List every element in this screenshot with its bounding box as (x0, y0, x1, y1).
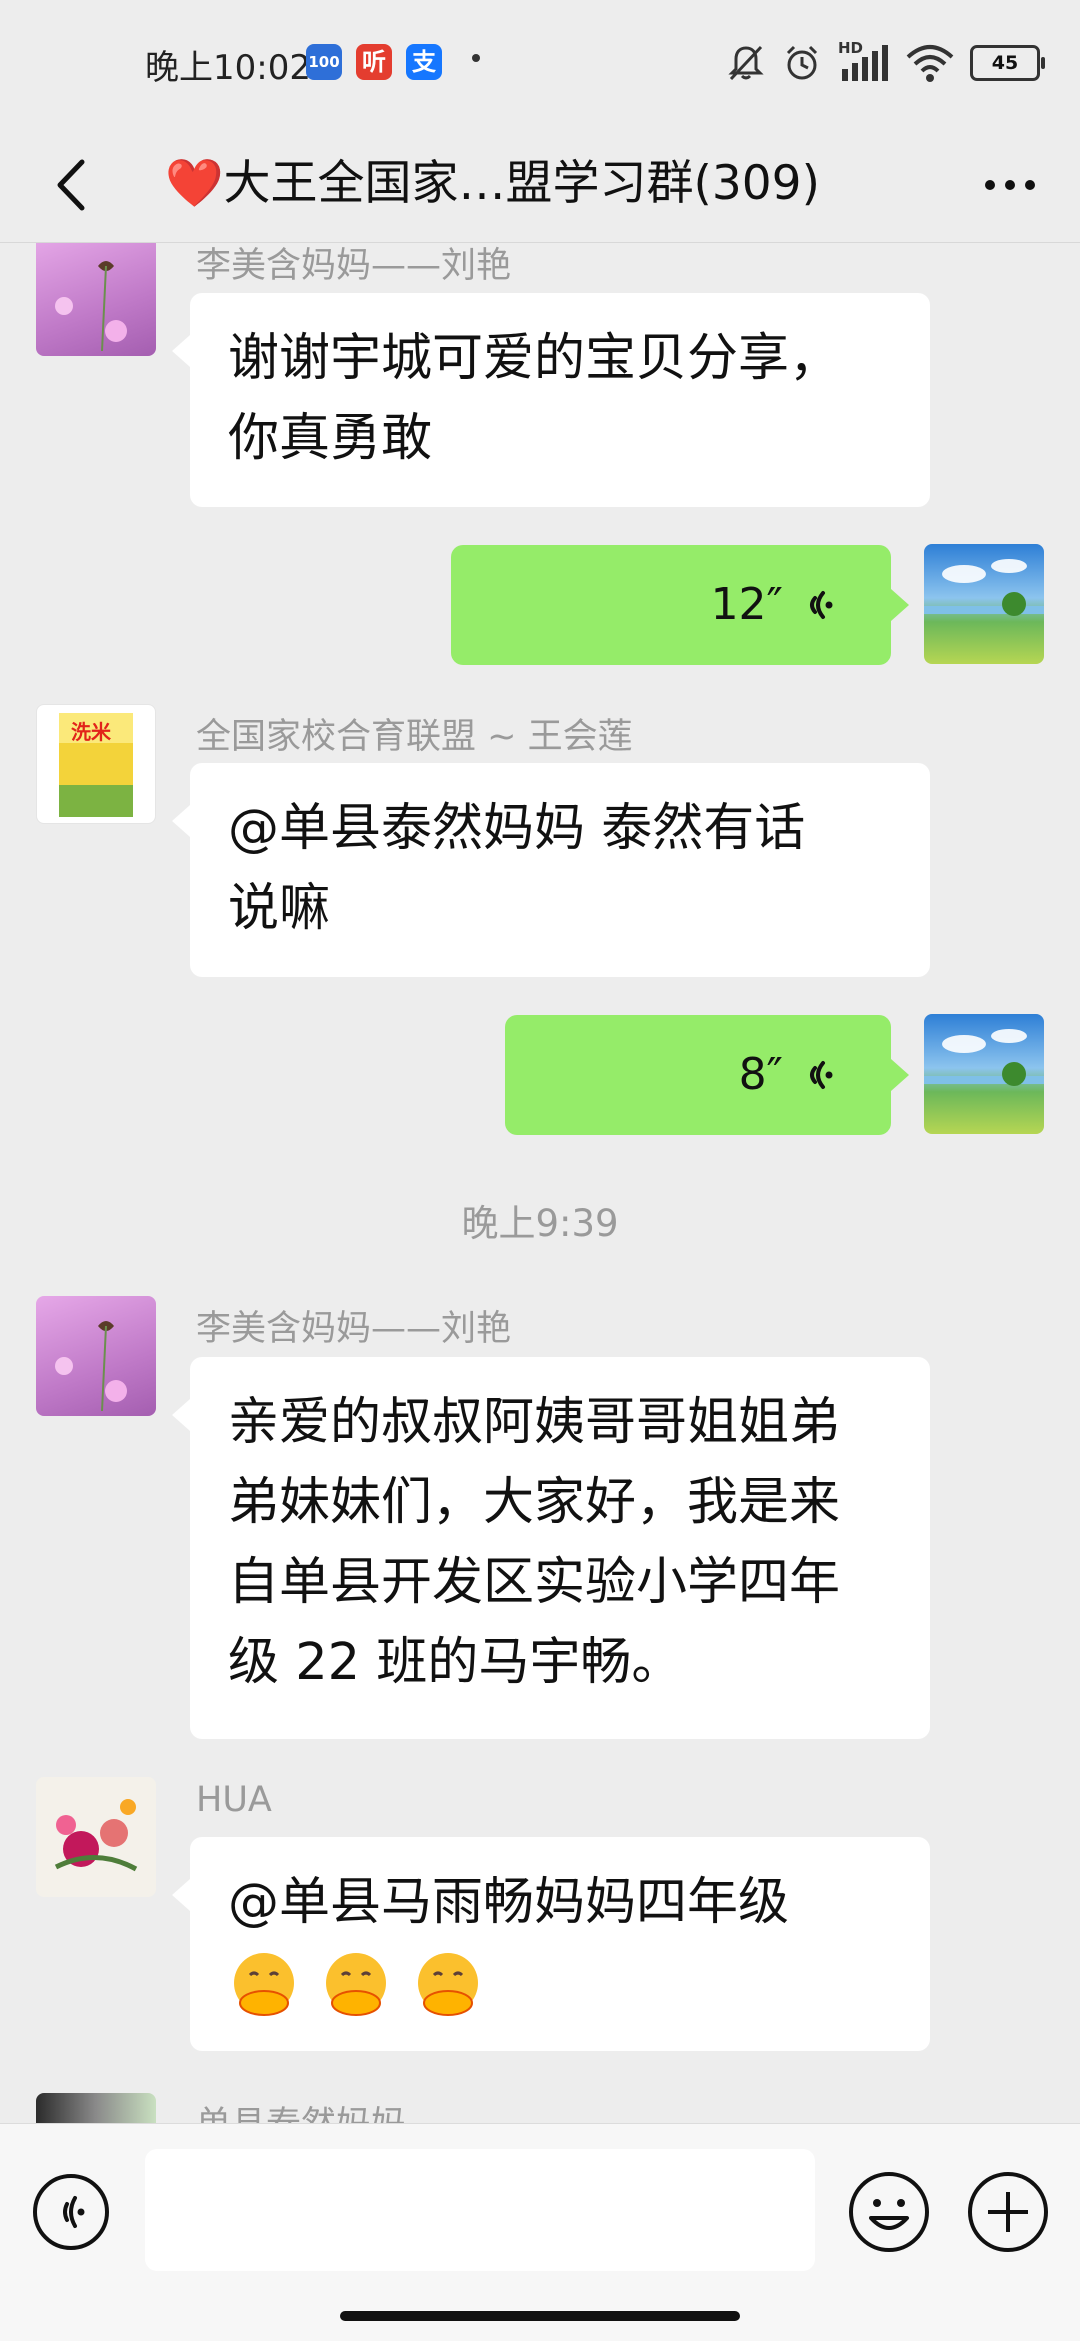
signal-icon: HD (838, 39, 890, 83)
my-avatar[interactable] (924, 1014, 1044, 1134)
alarm-icon (786, 45, 818, 80)
input-bar (0, 2123, 1080, 2341)
wifi-icon (906, 45, 954, 82)
my-avatar[interactable] (924, 544, 1044, 664)
message-bubble[interactable]: @单县泰然妈妈 泰然有话 说嘛 (172, 763, 930, 977)
more-notifications-dot (472, 54, 480, 62)
chat-header: ❤️大王全国家…盟学习群(309) (0, 130, 1080, 242)
avatar-liyan[interactable] (36, 1296, 156, 1416)
status-icons: HD 45 (726, 38, 1045, 88)
message-bubble[interactable]: @单县马雨畅妈妈四年级 (172, 1837, 930, 2051)
face-with-hand-over-mouth-emoji (418, 1953, 479, 2016)
message-line: @单县马雨畅妈妈四年级 (228, 1873, 790, 1932)
more-options-icon[interactable] (970, 150, 1050, 220)
time-separator: 晚上9:39 (461, 1202, 619, 1245)
voice-message-bubble[interactable]: 12″ (451, 545, 909, 665)
sender-name: HUA (196, 1780, 272, 1820)
back-arrow-icon[interactable] (38, 150, 108, 220)
more-functions-plus-icon[interactable] (966, 2170, 1050, 2254)
voice-duration: 8″ (738, 1049, 783, 1100)
battery-icon: 45 (970, 45, 1045, 81)
voice-input-icon[interactable] (31, 2172, 111, 2252)
app-100-icon: 100 (306, 44, 342, 80)
voice-wave-icon (810, 591, 833, 619)
alipay-icon: 支 (406, 44, 442, 80)
mute-bell-icon (728, 45, 764, 81)
group-name: 大王全国家…盟学习群(309) (223, 156, 820, 211)
status-bar: 晚上10:02 100 听 支 HD 45 (0, 0, 1080, 130)
message-line: @单县泰然妈妈 泰然有话 (228, 799, 806, 858)
message-line: 弟妹妹们，大家好，我是来 (228, 1473, 841, 1532)
emoji-row (228, 1943, 892, 2023)
status-time: 晚上10:02 (145, 48, 311, 88)
avatar-tairan-mom[interactable] (36, 2093, 156, 2123)
message-list[interactable]: 李美含妈妈——刘艳 谢谢宇城可爱的宝贝分享， 你真勇敢 12″ 洗米 全国家校合… (0, 243, 1080, 2123)
message-line: 谢谢宇城可爱的宝贝分享， (228, 329, 841, 388)
heart-emoji: ❤️ (165, 156, 224, 211)
message-line: 亲爱的叔叔阿姨哥哥姐姐弟 (228, 1393, 841, 1452)
voice-duration: 12″ (710, 579, 783, 630)
sender-name: 单县泰然妈妈 (196, 2096, 406, 2123)
avatar-hua[interactable] (36, 1777, 156, 1897)
svg-text:洗米: 洗米 (71, 720, 112, 744)
message-bubble[interactable]: 亲爱的叔叔阿姨哥哥姐姐弟 弟妹妹们，大家好，我是来 自单县开发区实验小学四年 级… (172, 1357, 930, 1739)
message-line: 级 22 班的马宇畅。 (228, 1633, 683, 1692)
avatar-liyan[interactable] (36, 243, 156, 356)
avatar-wanghuilian[interactable]: 洗米 (36, 704, 156, 824)
message-line: 说嘛 (228, 879, 331, 938)
home-indicator[interactable] (340, 2311, 740, 2321)
message-input[interactable] (145, 2149, 815, 2271)
sender-name: 李美含妈妈——刘艳 (196, 246, 512, 286)
message-bubble[interactable]: 谢谢宇城可爱的宝贝分享， 你真勇敢 (172, 293, 930, 507)
voice-wave-icon (810, 1061, 833, 1089)
message-line: 你真勇敢 (228, 409, 433, 468)
sender-name: 李美含妈妈——刘艳 (196, 1309, 512, 1349)
face-with-hand-over-mouth-emoji (326, 1953, 387, 2016)
sender-name: 全国家校合育联盟 ~ 王会莲 (196, 717, 633, 757)
emoji-picker-icon[interactable] (847, 2170, 931, 2254)
message-line: 自单县开发区实验小学四年 (228, 1553, 841, 1612)
app-ting-icon: 听 (356, 44, 392, 80)
chat-title: ❤️大王全国家…盟学习群(309) (165, 146, 895, 222)
face-with-hand-over-mouth-emoji (234, 1953, 294, 2016)
voice-message-bubble[interactable]: 8″ (505, 1015, 909, 1135)
